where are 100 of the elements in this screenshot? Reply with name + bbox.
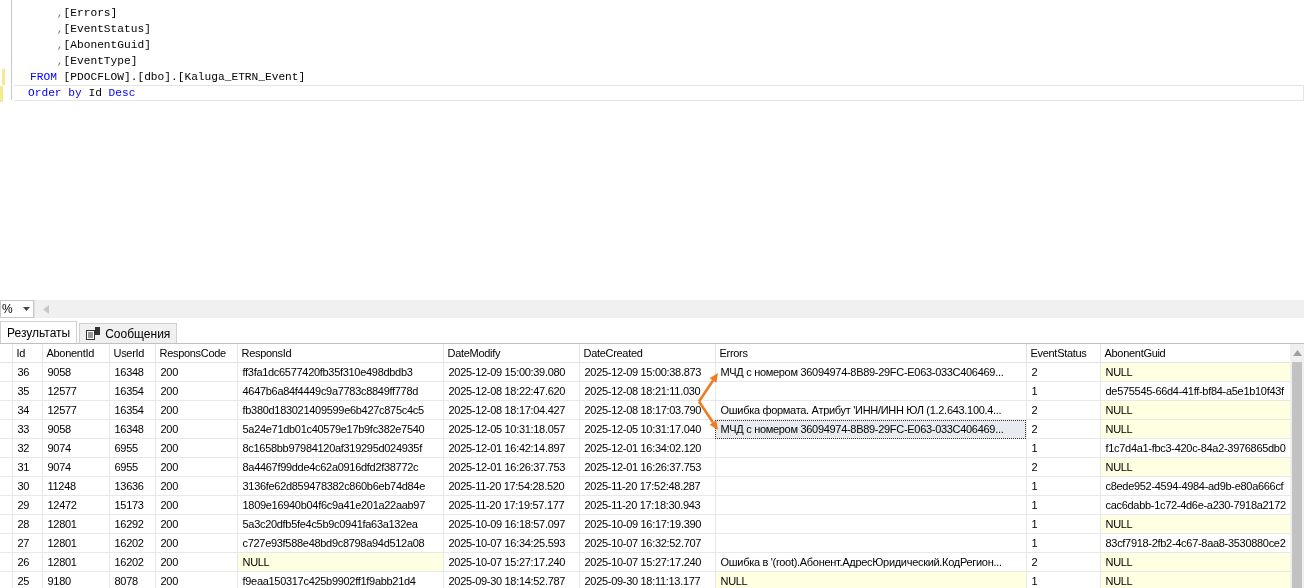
- table-cell: 2025-12-08 18:22:47.620: [443, 381, 579, 401]
- table-cell: 30: [12, 476, 42, 496]
- table-cell: 5a3c20dfb5fe4c5b9c0941fa63a132ea: [237, 514, 443, 534]
- column-header[interactable]: Errors: [715, 344, 1026, 363]
- table-cell: 15173: [109, 495, 155, 515]
- table-cell: 29: [12, 495, 42, 515]
- table-cell: 2025-10-09 16:18:57.097: [443, 514, 579, 534]
- table-cell: 16354: [109, 400, 155, 420]
- column-header[interactable]: AbonentGuid: [1100, 344, 1290, 363]
- table-cell: 35: [12, 381, 42, 401]
- scroll-left-icon[interactable]: [43, 304, 49, 314]
- table-cell: 9074: [42, 457, 109, 477]
- table-cell: 200: [155, 514, 237, 534]
- table-cell: 28: [12, 514, 42, 534]
- table-cell: 16348: [109, 419, 155, 439]
- table-cell: 11248: [42, 476, 109, 496]
- table-cell: 2025-10-07 16:34:25.593: [443, 533, 579, 553]
- code-line: Order by Id Desc: [28, 86, 136, 101]
- table-cell: fb380d183021409599e6b427c875c4c5: [237, 400, 443, 420]
- table-cell: 2025-10-07 16:32:52.707: [579, 533, 715, 553]
- column-header[interactable]: ResponsId: [237, 344, 443, 363]
- table-cell: 26: [12, 552, 42, 572]
- table-cell: 33: [12, 419, 42, 439]
- table-cell: 32: [12, 438, 42, 458]
- code-line: ,[EventStatus]: [55, 22, 151, 37]
- table-cell: 8a4467f99dde4c62a0916dfd2f38772c: [237, 457, 443, 477]
- vertical-scrollbar[interactable]: [1290, 344, 1304, 588]
- table-cell: 1: [1026, 495, 1100, 515]
- caret-icon: [23, 307, 30, 311]
- column-header[interactable]: Id: [12, 344, 42, 363]
- table-cell: 2025-12-01 16:34:02.120: [579, 438, 715, 458]
- table-cell: 2025-11-20 17:52:48.287: [579, 476, 715, 496]
- table-cell: 1: [1026, 438, 1100, 458]
- table-cell: 6955: [109, 438, 155, 458]
- table-cell: 200: [155, 362, 237, 382]
- table-cell: 16348: [109, 362, 155, 382]
- table-cell: 4647b6a84f4449c9a7783c8849ff778d: [237, 381, 443, 401]
- table-cell: 200: [155, 419, 237, 439]
- table-cell: 16292: [109, 514, 155, 534]
- column-header[interactable]: AbonentId: [42, 344, 109, 363]
- table-cell: Ошибка формата. Атрибут 'ИНН/ИНН ЮЛ (1.2.643.100.4...: [715, 400, 1026, 420]
- code-line: FROM [PDOCFLOW].[dbo].[Kaluga_ETRN_Event]: [30, 70, 306, 85]
- table-cell: 2025-12-09 15:00:39.080: [443, 362, 579, 382]
- table-cell: 2025-10-09 16:17:19.390: [579, 514, 715, 534]
- scrollbar-thumb[interactable]: [1292, 362, 1302, 588]
- table-cell: 2025-11-20 17:54:28.520: [443, 476, 579, 496]
- table-cell: 2025-10-07 15:27:17.240: [579, 552, 715, 572]
- table-cell: 2025-12-08 18:17:04.427: [443, 400, 579, 420]
- table-cell: Ошибка в '(root).Абонент.АдресЮридический.КодРегион...: [715, 552, 1026, 572]
- table-cell: 200: [155, 381, 237, 401]
- zoom-dropdown[interactable]: %: [0, 300, 34, 318]
- table-cell: 2025-12-08 18:21:11.030: [579, 381, 715, 401]
- table-cell: 2025-12-05 10:31:18.057: [443, 419, 579, 439]
- table-cell: 16202: [109, 533, 155, 553]
- table-cell: 2025-12-08 18:17:03.790: [579, 400, 715, 420]
- table-cell: 9074: [42, 438, 109, 458]
- table-cell: 12801: [42, 514, 109, 534]
- table-cell: 9058: [42, 362, 109, 382]
- table-cell: 200: [155, 438, 237, 458]
- column-header[interactable]: ResponsCode: [155, 344, 237, 363]
- table-cell: 12801: [42, 552, 109, 572]
- table-cell: c727e93f588e48bd9c8798a94d512a08: [237, 533, 443, 553]
- table-cell: 12472: [42, 495, 109, 515]
- code-line: ,[Errors]: [55, 6, 118, 21]
- table-cell: 34: [12, 400, 42, 420]
- table-cell: 2025-11-20 17:18:30.943: [579, 495, 715, 515]
- messages-tab[interactable]: Сообщения: [79, 323, 178, 343]
- table-cell: 2: [1026, 419, 1100, 439]
- table-cell: МЧД с номером 36094974-8B89-29FC-E063-033C406469...: [715, 362, 1026, 382]
- code-line: ,[EventType]: [55, 54, 138, 69]
- table-cell: 27: [12, 533, 42, 553]
- table-cell: 12801: [42, 533, 109, 553]
- column-header[interactable]: DateCreated: [579, 344, 715, 363]
- table-cell: 2: [1026, 362, 1100, 382]
- column-header[interactable]: DateModify: [443, 344, 579, 363]
- table-cell: 16354: [109, 381, 155, 401]
- table-cell: 3136fe62d859478382c860b6eb74d84e: [237, 476, 443, 496]
- table-cell: 13636: [109, 476, 155, 496]
- table-cell: 2025-12-01 16:42:14.897: [443, 438, 579, 458]
- table-cell: 2: [1026, 457, 1100, 477]
- column-header[interactable]: EventStatus: [1026, 344, 1100, 363]
- table-cell: 12577: [42, 381, 109, 401]
- table-cell: 200: [155, 495, 237, 515]
- table-cell: 200: [155, 457, 237, 477]
- table-cell: 36: [12, 362, 42, 382]
- code-line: ,[AbonentGuid]: [55, 38, 151, 53]
- table-cell: 31: [12, 457, 42, 477]
- table-cell: 2: [1026, 552, 1100, 572]
- column-header[interactable]: UserId: [109, 344, 155, 363]
- scroll-up-icon[interactable]: [1292, 350, 1302, 356]
- table-cell: 1: [1026, 476, 1100, 496]
- table-cell: 6955: [109, 457, 155, 477]
- table-cell: 5a24e71db01c40579e17b9fc382e7540: [237, 419, 443, 439]
- table-cell: 200: [155, 476, 237, 496]
- table-cell: 2025-12-01 16:26:37.753: [443, 457, 579, 477]
- table-cell: 2025-12-01 16:26:37.753: [579, 457, 715, 477]
- table-cell: 2025-10-07 15:27:17.240: [443, 552, 579, 572]
- results-tab[interactable]: Результаты: [0, 321, 78, 343]
- table-cell: 16202: [109, 552, 155, 572]
- table-cell: ff3fa1dc6577420fb35f310e498dbdb3: [237, 362, 443, 382]
